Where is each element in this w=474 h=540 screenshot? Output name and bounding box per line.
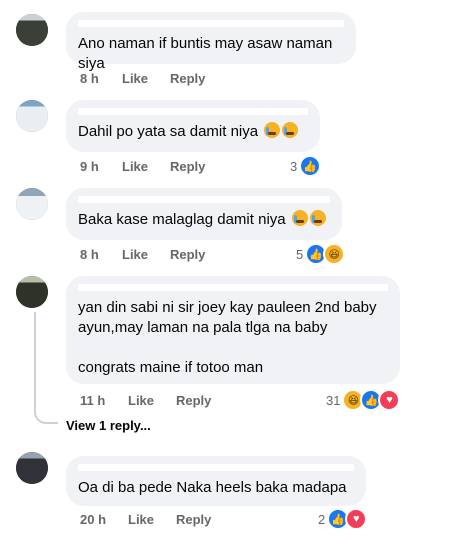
crying-face-icon [309, 210, 326, 226]
avatar[interactable] [16, 100, 48, 132]
comment-text: Dahil po yata sa damit niya [78, 123, 259, 140]
commenter-name[interactable] [78, 464, 354, 478]
commenter-name[interactable] [78, 196, 330, 210]
like-button[interactable]: Like [128, 393, 176, 408]
reaction-count: 5 [296, 246, 304, 262]
like-button[interactable]: Like [122, 159, 170, 174]
crying-face-icon [264, 122, 281, 138]
comment-time[interactable]: 9 h [80, 159, 122, 174]
like-button[interactable]: Like [122, 247, 170, 262]
commenter-name[interactable] [78, 20, 344, 34]
comment-text: yan din sabi ni sir joey kay pauleen 2nd… [78, 299, 377, 376]
reply-button[interactable]: Reply [176, 393, 211, 408]
avatar[interactable] [16, 188, 48, 220]
reaction-count: 2 [318, 511, 326, 527]
crying-face-icon [282, 122, 299, 138]
laughing-face-icon: 😆 [323, 243, 346, 265]
comment-time[interactable]: 11 h [80, 393, 128, 408]
reaction-count: 3 [290, 158, 298, 174]
reply-button[interactable]: Reply [170, 159, 205, 174]
reaction-summary[interactable]: 5 👍 😆 [296, 243, 346, 265]
comment-actions: 11 h Like Reply [80, 393, 211, 408]
comment-bubble: Baka kase malaglag damit niya [66, 188, 342, 240]
commenter-name[interactable] [78, 108, 308, 122]
heart-icon: ♥ [345, 508, 368, 530]
reply-button[interactable]: Reply [176, 512, 211, 527]
reply-button[interactable]: Reply [170, 247, 205, 262]
reaction-count: 31 [326, 392, 341, 408]
avatar[interactable] [16, 452, 48, 484]
heart-icon: ♥ [378, 389, 401, 411]
like-button[interactable]: Like [122, 71, 170, 86]
comment-bubble: yan din sabi ni sir joey kay pauleen 2nd… [66, 276, 400, 384]
comment-time[interactable]: 8 h [80, 71, 122, 86]
reaction-summary[interactable]: 3 👍 [290, 155, 322, 177]
crying-face-icon [291, 210, 308, 226]
comment-time[interactable]: 20 h [80, 512, 128, 527]
thumbs-up-icon: 👍 [299, 155, 322, 177]
comment-text: Ano naman if buntis may asaw naman siya [78, 35, 337, 72]
comment-time[interactable]: 8 h [80, 247, 122, 262]
avatar[interactable] [16, 14, 48, 46]
comment-actions: 9 h Like Reply [80, 159, 205, 174]
reaction-summary[interactable]: 2 👍 ♥ [318, 508, 368, 530]
reply-thread-line [34, 312, 58, 424]
like-button[interactable]: Like [128, 512, 176, 527]
comment-bubble: Oa di ba pede Naka heels baka madapa [66, 456, 366, 506]
comment-actions: 8 h Like Reply [80, 71, 205, 86]
commenter-name[interactable] [78, 284, 388, 298]
reaction-summary[interactable]: 31 😆 👍 ♥ [326, 389, 401, 411]
comment-text: Baka kase malaglag damit niya [78, 211, 286, 228]
view-replies-link[interactable]: View 1 reply... [66, 418, 151, 433]
avatar[interactable] [16, 276, 48, 308]
comment-actions: 8 h Like Reply [80, 247, 205, 262]
comment-bubble: Ano naman if buntis may asaw naman siya [66, 12, 356, 72]
comment-text: Oa di ba pede Naka heels baka madapa [78, 479, 347, 496]
reply-button[interactable]: Reply [170, 71, 205, 86]
comment-actions: 20 h Like Reply [80, 512, 211, 527]
comment-bubble: Dahil po yata sa damit niya [66, 100, 320, 152]
